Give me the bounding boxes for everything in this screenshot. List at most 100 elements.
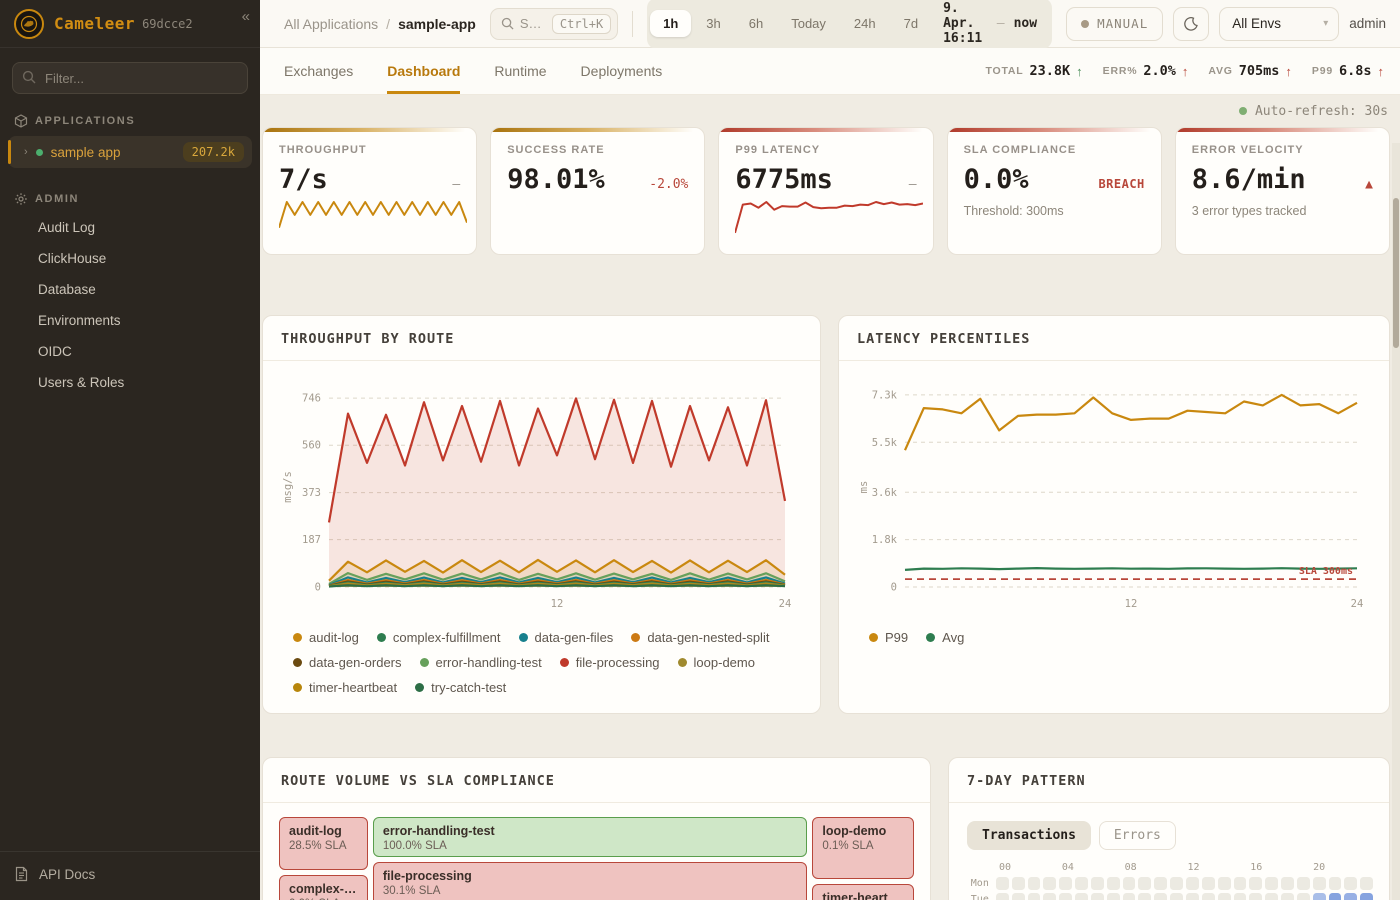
- kpi-subtext: Threshold: 300ms: [964, 204, 1145, 218]
- tab-exchanges[interactable]: Exchanges: [284, 48, 353, 94]
- legend-dot: [869, 633, 878, 642]
- kpi-sparkline: [735, 199, 916, 246]
- dark-mode-toggle[interactable]: [1173, 7, 1209, 41]
- sidebar-collapse-icon[interactable]: «: [242, 8, 250, 25]
- treemap-tile-loop-demo[interactable]: loop-demo0.1% SLA: [812, 817, 914, 879]
- svg-text:746: 746: [302, 393, 321, 405]
- heatmap-mode-transactions[interactable]: Transactions: [967, 821, 1091, 850]
- time-range-1h[interactable]: 1h: [650, 10, 691, 37]
- time-range-6h[interactable]: 6h: [736, 10, 776, 37]
- scrollbar-thumb[interactable]: [1393, 198, 1399, 348]
- legend-item-file-processing[interactable]: file-processing: [560, 655, 660, 670]
- kpi-delta: ▲: [1365, 177, 1373, 192]
- manual-refresh-button[interactable]: MANUAL: [1066, 7, 1163, 41]
- heatmap-cell: [1297, 877, 1310, 890]
- treemap-tile-file-processing[interactable]: file-processing30.1% SLA: [373, 862, 808, 900]
- kpi-title: SUCCESS RATE: [507, 144, 688, 156]
- panel-latency-percentiles: LATENCY PERCENTILES 01.8k3.6k5.5k7.3k122…: [838, 315, 1390, 714]
- treemap-tile-error-handling-test[interactable]: error-handling-test100.0% SLA: [373, 817, 808, 857]
- legend-item-timer-heartbeat[interactable]: timer-heartbeat: [293, 680, 397, 695]
- heatmap-cell: [1344, 877, 1357, 890]
- legend-item-data-gen-nested-split[interactable]: data-gen-nested-split: [631, 630, 769, 645]
- legend-item-error-handling-test[interactable]: error-handling-test: [420, 655, 542, 670]
- env-select[interactable]: All Envs ▾: [1219, 7, 1339, 41]
- svg-text:560: 560: [302, 440, 321, 452]
- kpi-title: SLA COMPLIANCE: [964, 144, 1145, 156]
- heatmap-cell: [1344, 893, 1357, 900]
- heatmap-cell: [1028, 893, 1041, 900]
- sidebar: Cameleer 69dcce2 « APPLICATIONS › sample…: [0, 0, 260, 900]
- kpi-card-p99-latency: P99 LATENCY6775ms–: [718, 127, 933, 255]
- heatmap-cell: [1107, 877, 1120, 890]
- legend-dot: [560, 658, 569, 667]
- sidebar-item-oidc[interactable]: OIDC: [0, 336, 260, 367]
- heatmap-row-mon: Mon: [965, 877, 1373, 890]
- legend-item-complex-fulfillment[interactable]: complex-fulfillment: [377, 630, 501, 645]
- app-logo-icon: [14, 9, 44, 39]
- legend-dot: [926, 633, 935, 642]
- svg-text:SLA 300ms: SLA 300ms: [1299, 566, 1353, 577]
- heatmap-cell: [996, 893, 1009, 900]
- legend-item-loop-demo[interactable]: loop-demo: [678, 655, 755, 670]
- filter-input[interactable]: [12, 62, 248, 94]
- legend-dot: [678, 658, 687, 667]
- legend-item-avg[interactable]: Avg: [926, 630, 964, 645]
- admin-items: Audit LogClickHouseDatabaseEnvironmentsO…: [0, 212, 260, 398]
- svg-text:24: 24: [1351, 598, 1364, 610]
- sidebar-item-database[interactable]: Database: [0, 274, 260, 305]
- legend-dot: [519, 633, 528, 642]
- sidebar-item-api-docs[interactable]: API Docs: [0, 851, 260, 900]
- time-range-7d[interactable]: 7d: [891, 10, 931, 37]
- chevron-right-icon[interactable]: ›: [24, 146, 28, 158]
- sidebar-item-audit-log[interactable]: Audit Log: [0, 212, 260, 243]
- global-search[interactable]: S… Ctrl+K: [490, 8, 618, 40]
- time-range-3h[interactable]: 3h: [693, 10, 733, 37]
- kpi-delta: -2.0%: [649, 177, 688, 192]
- time-range-display[interactable]: 9. Apr. 16:11 — now: [933, 1, 1049, 46]
- heatmap-cell: [1329, 893, 1342, 900]
- heatmap-mode-errors[interactable]: Errors: [1099, 821, 1176, 850]
- dashboard-content: Auto-refresh: 30s THROUGHPUT7/s–SUCCESS …: [260, 95, 1400, 900]
- filter-search-icon: [22, 70, 36, 89]
- top-header: All Applications / sample-app S… Ctrl+K …: [260, 0, 1400, 48]
- breadcrumb-all-applications[interactable]: All Applications: [284, 16, 378, 32]
- heatmap-cell: [1138, 877, 1151, 890]
- kpi-sparkline: [279, 199, 460, 246]
- treemap-tile-complex-fulfil[interactable]: complex-fulfil…0.0% SLA: [279, 875, 368, 900]
- kpi-title: THROUGHPUT: [279, 144, 460, 156]
- tab-dashboard[interactable]: Dashboard: [387, 48, 460, 94]
- legend-item-data-gen-files[interactable]: data-gen-files: [519, 630, 614, 645]
- treemap-tile-audit-log[interactable]: audit-log28.5% SLA: [279, 817, 368, 870]
- tab-deployments[interactable]: Deployments: [581, 48, 663, 94]
- header-divider: [632, 11, 633, 37]
- kpi-card-error-velocity: ERROR VELOCITY8.6/min▲3 error types trac…: [1175, 127, 1390, 255]
- treemap-column: error-handling-test100.0% SLA file-proces…: [373, 817, 808, 900]
- legend-item-data-gen-orders[interactable]: data-gen-orders: [293, 655, 402, 670]
- legend-item-audit-log[interactable]: audit-log: [293, 630, 359, 645]
- sidebar-item-clickhouse[interactable]: ClickHouse: [0, 243, 260, 274]
- trend-arrow-icon: ↑: [1182, 64, 1189, 79]
- time-range-24h[interactable]: 24h: [841, 10, 889, 37]
- legend-dot: [631, 633, 640, 642]
- heatmap-cell: [1170, 893, 1183, 900]
- app-item-label: sample app: [51, 145, 183, 160]
- legend-item-try-catch-test[interactable]: try-catch-test: [415, 680, 506, 695]
- time-range-today[interactable]: Today: [778, 10, 839, 37]
- heatmap-cell: [1218, 893, 1231, 900]
- svg-text:msg/s: msg/s: [282, 471, 294, 503]
- sidebar-item-sample-app[interactable]: › sample app 207.2k: [8, 136, 252, 168]
- treemap-tile-timer-heartbeat[interactable]: timer-heartbeat30.6% SLA: [812, 884, 914, 900]
- panel-title: LATENCY PERCENTILES: [839, 316, 1389, 361]
- tab-runtime[interactable]: Runtime: [494, 48, 546, 94]
- sidebar-item-environments[interactable]: Environments: [0, 305, 260, 336]
- panel-title: ROUTE VOLUME VS SLA COMPLIANCE: [263, 758, 930, 803]
- legend-item-p99[interactable]: P99: [869, 630, 908, 645]
- sidebar-item-users-roles[interactable]: Users & Roles: [0, 367, 260, 398]
- stat-p99: P996.8s↑: [1312, 63, 1384, 79]
- user-menu[interactable]: admin: [1349, 16, 1386, 31]
- heatmap-cell: [1360, 877, 1373, 890]
- heatmap-cell: [1075, 893, 1088, 900]
- svg-text:0: 0: [315, 582, 321, 594]
- svg-text:7.3k: 7.3k: [872, 389, 898, 401]
- applications-section-header: APPLICATIONS: [0, 100, 260, 134]
